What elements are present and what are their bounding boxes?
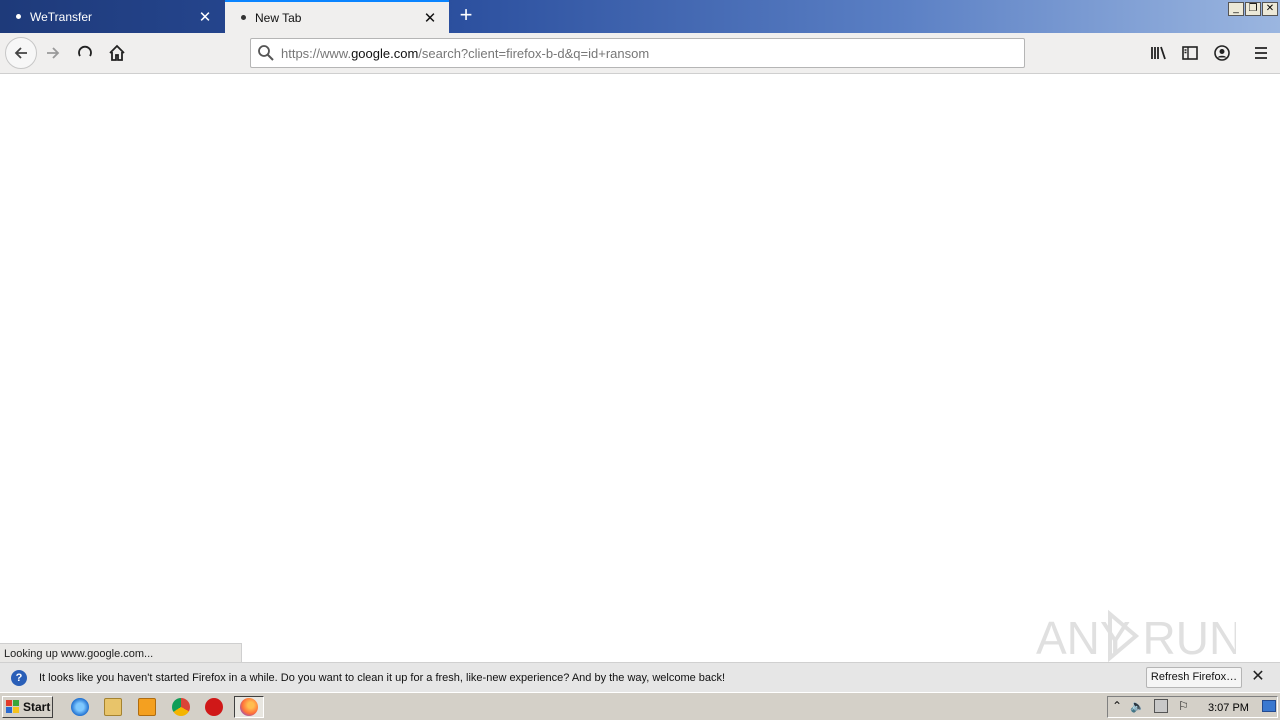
tab-new-tab[interactable]: New Tab ✕ xyxy=(225,0,449,33)
clock: 3:07 PM xyxy=(1208,702,1249,714)
search-icon xyxy=(251,39,281,67)
navigation-toolbar: https://www.google.com/search?client=fir… xyxy=(0,33,1280,74)
firefox-icon xyxy=(240,698,258,716)
url-path: /search?client=firefox-b-d&q=id+ransom xyxy=(418,45,650,61)
media-player-icon[interactable] xyxy=(138,698,156,716)
tab-close-icon[interactable]: ✕ xyxy=(196,8,214,26)
network-icon[interactable] xyxy=(1154,699,1168,713)
ie-icon[interactable] xyxy=(71,698,89,716)
anyrun-watermark: ANY RUN xyxy=(1036,608,1242,664)
tray-expand-icon[interactable]: ⌃ xyxy=(1112,699,1122,713)
sidebar-button[interactable] xyxy=(1175,38,1205,68)
status-panel: Looking up www.google.com... xyxy=(0,643,242,662)
volume-icon[interactable]: 🔈 xyxy=(1130,699,1145,713)
tab-label: New Tab xyxy=(255,10,302,25)
notification-text: It looks like you haven't started Firefo… xyxy=(39,671,726,684)
windows-logo-icon xyxy=(6,700,20,714)
home-icon xyxy=(109,44,125,61)
reload-button[interactable] xyxy=(70,38,100,68)
show-desktop-icon[interactable] xyxy=(1262,700,1276,712)
url-bar[interactable]: https://www.google.com/search?client=fir… xyxy=(250,38,1025,68)
url-host: google.com xyxy=(351,45,419,61)
close-window-button[interactable]: ✕ xyxy=(1262,2,1278,16)
system-tray: ⌃ 🔈 ⚐ xyxy=(1107,696,1278,718)
sidebar-icon xyxy=(1182,46,1198,60)
taskbar: Start ⌃ 🔈 ⚐ 3:07 PM xyxy=(0,692,1280,720)
library-button[interactable] xyxy=(1143,38,1173,68)
page-content[interactable] xyxy=(0,74,1280,643)
opera-icon[interactable] xyxy=(205,698,223,716)
taskbar-firefox-button[interactable] xyxy=(234,696,264,718)
back-button[interactable] xyxy=(5,37,37,69)
account-button[interactable] xyxy=(1207,38,1237,68)
start-button[interactable]: Start xyxy=(2,696,53,718)
start-label: Start xyxy=(23,700,51,714)
question-icon: ? xyxy=(11,669,27,686)
back-arrow-icon xyxy=(14,47,27,59)
new-tab-plus-icon[interactable]: + xyxy=(455,4,477,27)
tab-close-icon[interactable]: ✕ xyxy=(421,9,439,27)
account-icon xyxy=(1214,45,1230,61)
tab-strip: WeTransfer ✕ New Tab ✕ + _ ❐ ✕ xyxy=(0,0,1280,33)
forward-arrow-icon xyxy=(47,47,60,59)
action-center-flag-icon[interactable]: ⚐ xyxy=(1178,699,1189,713)
restore-button[interactable]: ❐ xyxy=(1245,2,1261,16)
menu-button[interactable] xyxy=(1246,38,1276,68)
reload-icon xyxy=(78,45,92,57)
forward-button[interactable] xyxy=(38,38,68,68)
hamburger-menu-icon xyxy=(1255,47,1267,59)
library-icon xyxy=(1151,46,1166,60)
tab-label: WeTransfer xyxy=(30,9,93,24)
home-button[interactable] xyxy=(102,38,132,68)
tab-wetransfer[interactable]: WeTransfer ✕ xyxy=(0,0,224,33)
notification-bar: ? It looks like you haven't started Fire… xyxy=(0,662,1280,692)
tab-favicon-icon xyxy=(241,15,246,20)
refresh-firefox-button[interactable]: Refresh Firefox… xyxy=(1146,667,1242,688)
tab-favicon-icon xyxy=(16,14,21,19)
chrome-icon[interactable] xyxy=(172,698,190,716)
close-icon[interactable]: ✕ xyxy=(1249,669,1267,687)
url-text: https://www.google.com/search?client=fir… xyxy=(281,46,649,61)
explorer-icon[interactable] xyxy=(104,698,122,716)
minimize-button[interactable]: _ xyxy=(1228,2,1244,16)
url-prefix: https://www. xyxy=(281,45,352,61)
